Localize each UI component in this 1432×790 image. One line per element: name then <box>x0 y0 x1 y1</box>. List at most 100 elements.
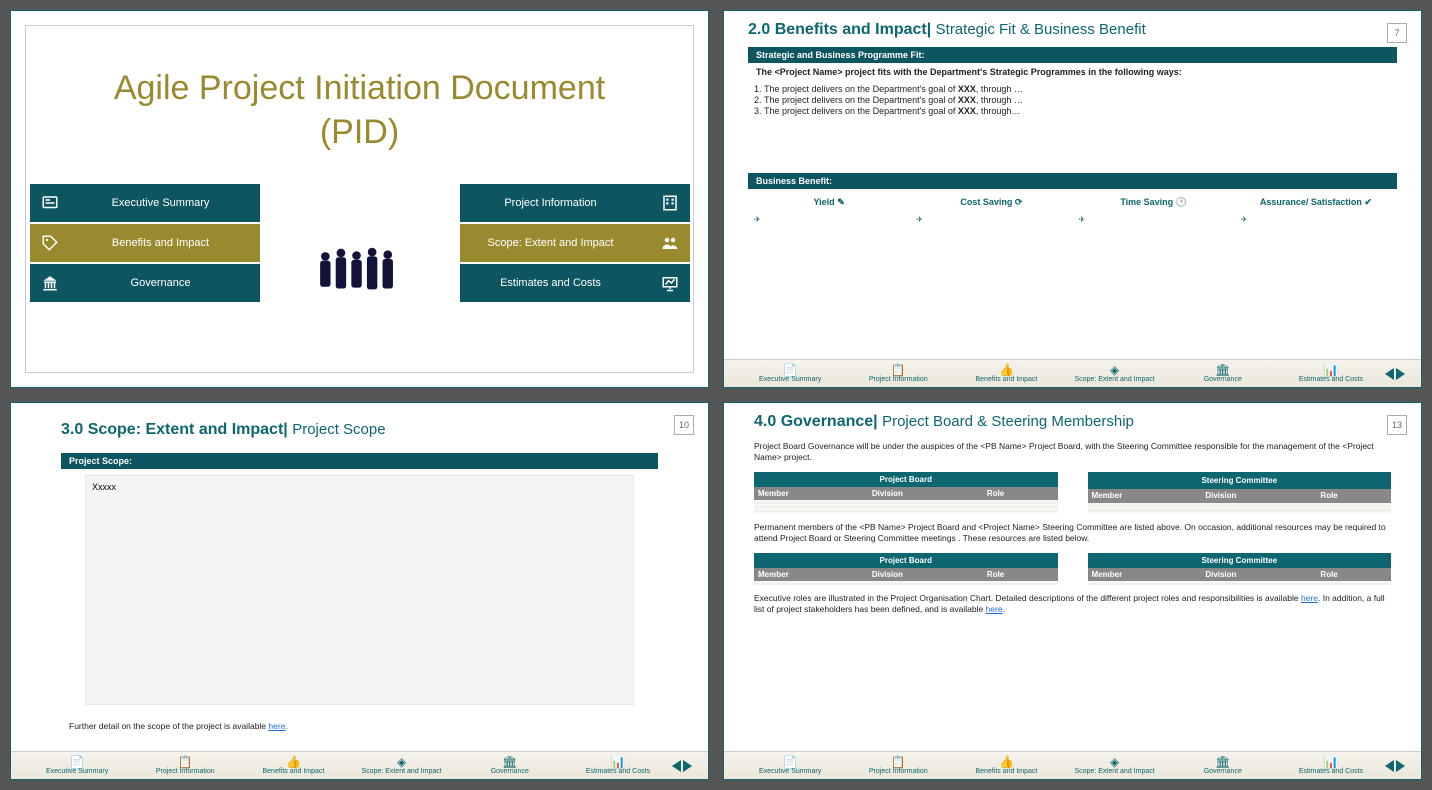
footer-executive-summary[interactable]: 📄Executive Summary <box>23 756 131 775</box>
nav-label: Governance <box>70 277 260 289</box>
here-link-2[interactable]: here <box>986 604 1003 614</box>
footer-label: Scope: Extent and Impact <box>1075 768 1155 775</box>
slide-header: 2.0 Benefits and Impact| Strategic Fit &… <box>724 11 1421 43</box>
intro-text: The <Project Name> project fits with the… <box>724 63 1421 81</box>
nav-label: Estimates and Costs <box>460 277 650 289</box>
nav-estimates-and-costs[interactable]: Estimates and Costs <box>460 264 690 302</box>
main-title: Agile Project Initiation Document (PID) <box>26 66 693 154</box>
governance-table: Project BoardMemberDivisionRole <box>754 553 1058 585</box>
footer-project-information[interactable]: 📋Project Information <box>844 364 952 383</box>
col-header: Division <box>868 487 983 500</box>
bank-icon <box>30 274 70 292</box>
benefit-header: Yield ✎ <box>748 195 910 210</box>
footer-icon: 🏛 <box>1169 364 1277 376</box>
footer-icon: 📄 <box>23 756 131 768</box>
col-header: Member <box>1088 489 1202 503</box>
next-arrow-icon[interactable] <box>1396 760 1405 772</box>
footer-estimates-and-costs[interactable]: 📊Estimates and Costs <box>564 756 672 775</box>
footer-benefits-and-impact[interactable]: 👍Benefits and Impact <box>239 756 347 775</box>
col-header: Member <box>754 487 868 500</box>
footer-label: Governance <box>1204 768 1242 775</box>
nav-executive-summary[interactable]: Executive Summary <box>30 184 260 222</box>
footer-label: Scope: Extent and Impact <box>1075 376 1155 383</box>
footer-icon: 🏛 <box>1169 756 1277 768</box>
benefit-col-cost-saving: Cost Saving ⟳ <box>910 195 1072 228</box>
prev-arrow-icon[interactable] <box>1385 368 1394 380</box>
nav-label: Executive Summary <box>70 197 260 209</box>
here-link[interactable]: here <box>1301 593 1318 603</box>
footer-label: Benefits and Impact <box>975 768 1037 775</box>
footer-benefits-and-impact[interactable]: 👍Benefits and Impact <box>952 756 1060 775</box>
scope-link-line: Further detail on the scope of the proje… <box>11 715 708 731</box>
prev-arrow-icon[interactable] <box>672 760 681 772</box>
strategic-bullet: The project delivers on the Department's… <box>764 95 1381 105</box>
col-header: Division <box>1201 568 1316 581</box>
footer-label: Benefits and Impact <box>262 768 324 775</box>
footer-governance[interactable]: 🏛Governance <box>456 756 564 775</box>
footer-estimates-and-costs[interactable]: 📊Estimates and Costs <box>1277 364 1385 383</box>
band-project-scope: Project Scope: <box>61 453 658 469</box>
prev-arrow-icon[interactable] <box>1385 760 1394 772</box>
table-title: Project Board <box>754 472 1058 487</box>
nav-benefits-and-impact[interactable]: Benefits and Impact <box>30 224 260 262</box>
footer-label: Estimates and Costs <box>1299 768 1363 775</box>
footer-icon: 👍 <box>239 756 347 768</box>
band-business-benefit: Business Benefit: <box>748 173 1397 189</box>
footer-label: Estimates and Costs <box>1299 376 1363 383</box>
footer-icon: 📊 <box>1277 364 1385 376</box>
next-arrow-icon[interactable] <box>1396 368 1405 380</box>
benefit-col-assurance-satisfaction: Assurance/ Satisfaction ✔ <box>1235 195 1397 228</box>
footer-executive-summary[interactable]: 📄Executive Summary <box>736 364 844 383</box>
scope-body: Xxxxx <box>85 475 634 705</box>
nav-scope-extent-and-impact[interactable]: Scope: Extent and Impact <box>460 224 690 262</box>
table-row <box>1088 583 1392 585</box>
col-header: Role <box>983 568 1058 581</box>
benefit-icon: ✔ <box>1364 197 1372 207</box>
nav-label: Benefits and Impact <box>70 237 260 249</box>
footer-arrows <box>1385 368 1409 380</box>
footer-label: Governance <box>491 768 529 775</box>
footer-icon: 📋 <box>844 364 952 376</box>
footer-icon: ◈ <box>348 756 456 768</box>
footer-scope-extent-and-impact[interactable]: ◈Scope: Extent and Impact <box>1061 756 1169 775</box>
footer-icon: 📋 <box>844 756 952 768</box>
band-strategic-fit: Strategic and Business Programme Fit: <box>748 47 1397 63</box>
nav-label: Project Information <box>460 197 650 209</box>
nav-project-information[interactable]: Project Information <box>460 184 690 222</box>
benefit-icon: 🕐 <box>1176 197 1187 207</box>
benefit-header: Assurance/ Satisfaction ✔ <box>1235 195 1397 210</box>
benefit-desc <box>1235 210 1397 228</box>
page-number: 7 <box>1387 23 1407 43</box>
slide-3-scope: 3.0 Scope: Extent and Impact| Project Sc… <box>10 402 709 780</box>
gov-tables-bottom: Project BoardMemberDivisionRole Steering… <box>724 551 1421 587</box>
chart-icon <box>650 274 690 292</box>
table-row <box>754 583 1058 585</box>
page-number: 10 <box>674 415 694 435</box>
footer-label: Benefits and Impact <box>975 376 1037 383</box>
table-title: Project Board <box>754 553 1058 568</box>
gov-mid: Permanent members of the <PB Name> Proje… <box>724 516 1421 551</box>
nav-governance[interactable]: Governance <box>30 264 260 302</box>
footer-icon: 👍 <box>952 364 1060 376</box>
footer-governance[interactable]: 🏛Governance <box>1169 364 1277 383</box>
footer-nav: 📄Executive Summary📋Project Information👍B… <box>11 751 708 779</box>
next-arrow-icon[interactable] <box>683 760 692 772</box>
benefit-desc <box>748 210 910 228</box>
footer-project-information[interactable]: 📋Project Information <box>844 756 952 775</box>
footer-scope-extent-and-impact[interactable]: ◈Scope: Extent and Impact <box>348 756 456 775</box>
footer-label: Scope: Extent and Impact <box>362 768 442 775</box>
col-header: Role <box>983 487 1058 500</box>
footer-benefits-and-impact[interactable]: 👍Benefits and Impact <box>952 364 1060 383</box>
footer-label: Governance <box>1204 376 1242 383</box>
here-link[interactable]: here <box>268 721 285 731</box>
footer-project-information[interactable]: 📋Project Information <box>131 756 239 775</box>
table-row <box>1088 512 1392 514</box>
page-number: 13 <box>1387 415 1407 435</box>
footer-scope-extent-and-impact[interactable]: ◈Scope: Extent and Impact <box>1061 364 1169 383</box>
footer-governance[interactable]: 🏛Governance <box>1169 756 1277 775</box>
nav-label: Scope: Extent and Impact <box>460 237 650 249</box>
strategic-bullet: The project delivers on the Department's… <box>764 84 1381 94</box>
footer-executive-summary[interactable]: 📄Executive Summary <box>736 756 844 775</box>
footer-icon: 📊 <box>564 756 672 768</box>
footer-estimates-and-costs[interactable]: 📊Estimates and Costs <box>1277 756 1385 775</box>
